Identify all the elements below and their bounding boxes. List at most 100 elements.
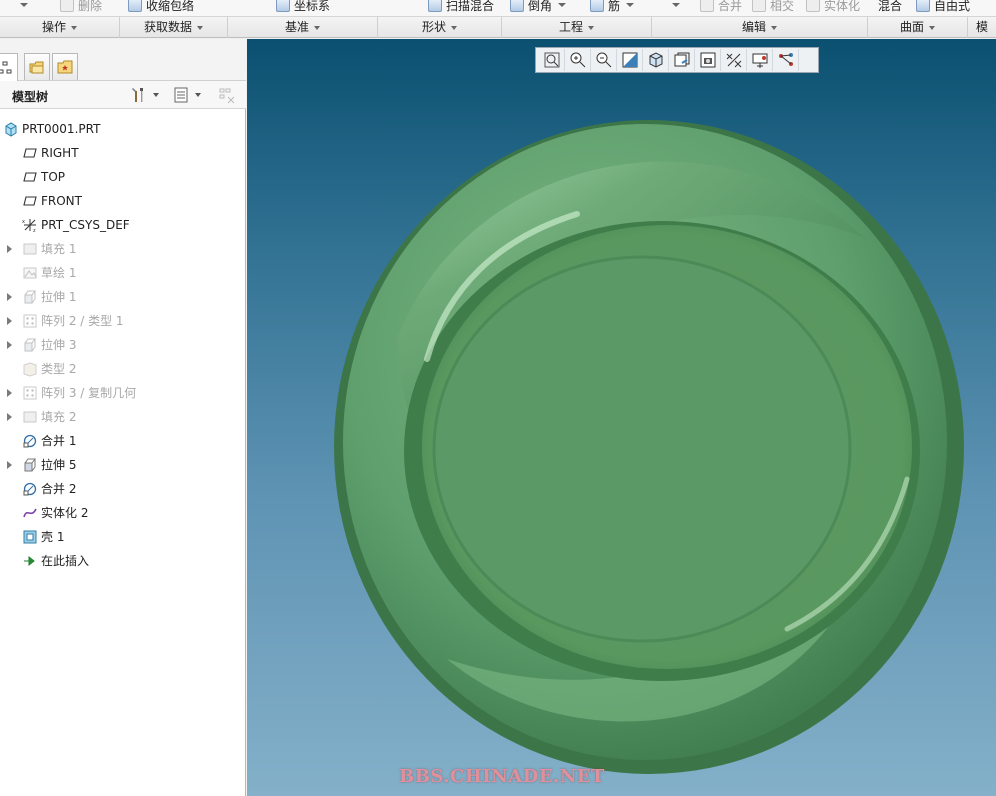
group-surfaces[interactable]: 曲面 <box>868 17 968 38</box>
chevron-down-icon <box>71 25 77 30</box>
group-engineering[interactable]: 工程 <box>502 17 652 38</box>
expand-arrow-icon[interactable] <box>7 317 12 325</box>
tree-item-label: 阵列 3 / 复制几何 <box>41 386 137 400</box>
tree-item-label: 阵列 2 / 类型 1 <box>41 314 124 328</box>
view-manager-icon <box>700 52 715 68</box>
model-tree-title: 模型树 <box>12 90 49 104</box>
tree-item[interactable]: 拉伸 3 <box>0 333 246 357</box>
tab-favorites[interactable] <box>52 53 78 80</box>
merge-icon <box>22 481 38 497</box>
tree-item[interactable]: 合并 1 <box>0 429 246 453</box>
group-get-data[interactable]: 获取数据 <box>120 17 228 38</box>
tree-item[interactable]: 阵列 2 / 类型 1 <box>0 309 246 333</box>
tab-folder-browser[interactable] <box>24 53 50 80</box>
tree-item[interactable]: TOP <box>0 165 246 189</box>
view-toolbar <box>535 47 819 73</box>
ribbon-caret-dropdown[interactable] <box>20 0 28 14</box>
chamfer-button[interactable]: 倒角 <box>510 0 567 14</box>
tools-icon <box>132 88 143 102</box>
tree-item[interactable]: 合并 2 <box>0 477 246 501</box>
chevron-down-icon <box>626 3 635 7</box>
part-icon <box>3 121 19 137</box>
favorites-icon <box>57 60 73 74</box>
rib-button[interactable]: 筋 <box>590 0 635 14</box>
expand-arrow-icon[interactable] <box>7 413 12 421</box>
display-style-icon <box>649 52 662 68</box>
insert-here-icon <box>22 553 38 569</box>
merge-icon <box>700 0 714 12</box>
tree-item[interactable]: 阵列 3 / 复制几何 <box>0 381 246 405</box>
tree-item[interactable]: FRONT <box>0 189 246 213</box>
group-datum[interactable]: 基准 <box>228 17 378 38</box>
tree-show-button[interactable] <box>172 85 201 105</box>
tree-item[interactable]: 拉伸 1 <box>0 285 246 309</box>
part-model-render <box>334 120 964 774</box>
tree-item-label: PRT0001.PRT <box>22 122 101 136</box>
csys-icon <box>276 0 290 12</box>
annotation-display-button[interactable] <box>773 49 799 71</box>
group-editing[interactable]: 编辑 <box>652 17 868 38</box>
tree-item[interactable]: PRT0001.PRT <box>0 117 246 141</box>
merge-icon <box>22 433 38 449</box>
tree-item[interactable]: 拉伸 5 <box>0 453 246 477</box>
tree-item[interactable]: 在此插入 <box>0 549 246 573</box>
group-shapes[interactable]: 形状 <box>378 17 502 38</box>
group-operations[interactable]: 操作 <box>0 17 120 38</box>
chevron-down-icon <box>314 25 320 30</box>
extrude-icon <box>22 289 38 305</box>
chevron-down-icon <box>153 93 159 97</box>
show-list-icon <box>174 87 188 103</box>
tree-item[interactable]: 草绘 1 <box>0 261 246 285</box>
tree-item[interactable]: x z PRT_CSYS_DEF <box>0 213 246 237</box>
tab-model-tree[interactable] <box>0 53 18 81</box>
watermark-text: BBS.CHINADE.NET <box>399 766 605 787</box>
tree-item[interactable]: 实体化 2 <box>0 501 246 525</box>
display-style-button[interactable] <box>643 49 669 71</box>
tree-item-label: 填充 2 <box>41 410 77 424</box>
tree-item[interactable]: 填充 2 <box>0 405 246 429</box>
expand-arrow-icon[interactable] <box>7 293 12 301</box>
coordinate-system-button[interactable]: 坐标系 <box>276 0 330 14</box>
tree-item-label: 类型 2 <box>41 362 77 376</box>
blend-button[interactable]: 混合 <box>878 0 902 14</box>
shrinkwrap-button[interactable]: 收缩包络 <box>128 0 194 14</box>
tree-settings-button[interactable] <box>130 85 159 105</box>
tree-item-label: 填充 1 <box>41 242 77 256</box>
tree-item[interactable]: 类型 2 <box>0 357 246 381</box>
tree-filter-button[interactable] <box>218 85 236 105</box>
graphics-viewport[interactable]: BBS.CHINADE.NET <box>247 39 996 796</box>
swept-blend-button[interactable]: 扫描混合 <box>428 0 494 14</box>
expand-arrow-icon[interactable] <box>7 341 12 349</box>
model-tree-icon <box>0 61 12 73</box>
ribbon-caret-dropdown-2[interactable] <box>672 0 680 14</box>
tree-item-label: 合并 2 <box>41 482 77 496</box>
delete-button[interactable]: 删除 <box>60 0 102 14</box>
expand-arrow-icon[interactable] <box>7 461 12 469</box>
group-model-intent[interactable]: 模 <box>968 17 996 38</box>
solidify-button[interactable]: 实体化 <box>806 0 860 14</box>
expand-arrow-icon[interactable] <box>7 245 12 253</box>
rib-icon <box>590 0 604 12</box>
tree-item[interactable]: 填充 1 <box>0 237 246 261</box>
expand-arrow-icon[interactable] <box>7 389 12 397</box>
zoom-out-button[interactable] <box>591 49 617 71</box>
zoom-in-icon <box>570 52 585 68</box>
model-tree-header: 模型树 <box>0 81 246 109</box>
zoom-in-button[interactable] <box>565 49 591 71</box>
intersect-button[interactable]: 相交 <box>752 0 794 14</box>
view-manager-button[interactable] <box>695 49 721 71</box>
merge-button[interactable]: 合并 <box>700 0 742 14</box>
tree-item[interactable]: RIGHT <box>0 141 246 165</box>
pattern-icon <box>22 313 38 329</box>
saved-views-button[interactable] <box>669 49 695 71</box>
refit-button[interactable] <box>539 49 565 71</box>
freestyle-button[interactable]: 自由式 <box>916 0 970 14</box>
fill-icon <box>22 241 38 257</box>
chevron-down-icon <box>451 25 457 30</box>
datum-display-button[interactable] <box>721 49 747 71</box>
spin-center-button[interactable] <box>747 49 773 71</box>
tree-item[interactable]: 壳 1 <box>0 525 246 549</box>
chamfer-icon <box>510 0 524 12</box>
navigator-panel: 模型树 PRT0001.PRT RIGHT TOP FRONT x z PRT_CSYS_D… <box>0 39 246 796</box>
repaint-button[interactable] <box>617 49 643 71</box>
